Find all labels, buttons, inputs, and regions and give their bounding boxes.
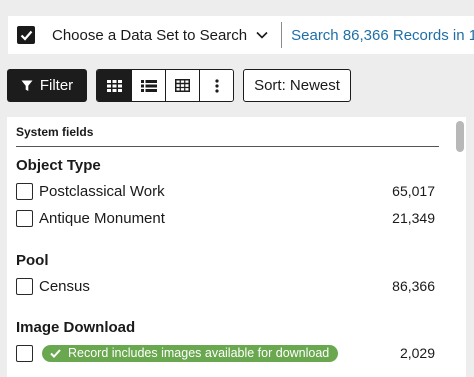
facet-item-images-downloadable[interactable]: Record includes images available for dow… [16, 343, 435, 363]
grid-view-button[interactable] [97, 70, 131, 101]
facet-count: 65,017 [392, 183, 435, 199]
facet-label: Postclassical Work [39, 182, 165, 200]
facet-panel: System fields Object Type Postclassical … [7, 117, 466, 377]
checkmark-icon [20, 30, 32, 41]
search-records-link[interactable]: Search 86,366 Records in 1 Pool and [291, 27, 474, 44]
sort-button[interactable]: Sort: Newest [243, 69, 351, 102]
results-toolbar: Filter Sort: Newest [7, 69, 351, 102]
badge-label: Record includes images available for dow… [68, 346, 330, 360]
object-type-heading: Object Type [16, 157, 101, 174]
filter-funnel-icon [21, 80, 33, 91]
filter-button-label: Filter [39, 77, 74, 94]
dataset-checkbox[interactable] [17, 26, 35, 44]
more-options-button[interactable] [199, 70, 233, 101]
view-mode-group [96, 69, 234, 102]
facet-count: 2,029 [399, 345, 435, 361]
chevron-down-icon[interactable] [255, 28, 269, 42]
scrollbar-thumb[interactable] [456, 121, 464, 152]
dataset-dropdown-label[interactable]: Choose a Data Set to Search [52, 27, 247, 44]
facet-item-antique-monument[interactable]: Antique Monument 21,349 [16, 208, 435, 228]
dataset-search-bar: Choose a Data Set to Search Search 86,36… [8, 16, 474, 54]
facet-count: 86,366 [392, 278, 435, 294]
facet-item-postclassical-work[interactable]: Postclassical Work 65,017 [16, 181, 435, 201]
table-icon [175, 79, 190, 92]
divider [281, 22, 283, 48]
facet-checkbox[interactable] [16, 209, 33, 227]
facet-label: Antique Monument [39, 209, 165, 227]
facet-checkbox[interactable] [16, 277, 33, 295]
table-view-button[interactable] [165, 70, 199, 101]
facet-count: 21,349 [392, 210, 435, 226]
pool-heading: Pool [16, 252, 49, 269]
system-fields-heading: System fields [16, 125, 94, 139]
more-vertical-icon [214, 78, 219, 93]
facet-checkbox[interactable] [16, 182, 33, 200]
filter-button[interactable]: Filter [7, 69, 87, 102]
list-view-button[interactable] [131, 70, 165, 101]
list-icon [140, 79, 157, 92]
facet-item-census[interactable]: Census 86,366 [16, 276, 435, 296]
download-available-badge: Record includes images available for dow… [42, 344, 339, 362]
image-download-heading: Image Download [16, 319, 136, 336]
facet-checkbox[interactable] [16, 344, 33, 362]
grid-large-icon [106, 79, 122, 92]
divider [16, 146, 439, 147]
facet-label: Census [39, 277, 90, 295]
checkmark-icon [50, 348, 61, 358]
scrollbar[interactable] [456, 121, 464, 373]
